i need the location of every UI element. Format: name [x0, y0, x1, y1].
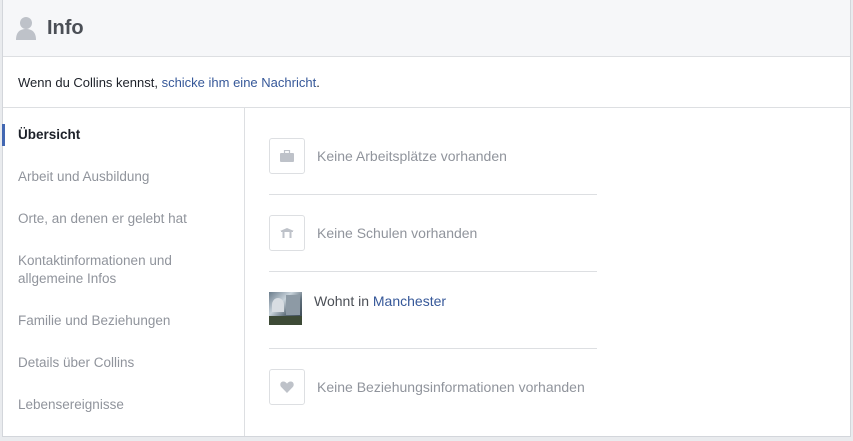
lives-prefix: Wohnt in: [314, 293, 373, 309]
school-row: Keine Schulen vorhanden: [269, 195, 597, 272]
lives-row: Wohnt in Manchester: [269, 272, 597, 349]
info-sidebar: Übersicht Arbeit und Ausbildung Orte, an…: [2, 108, 245, 436]
sidebar-item-places-lived[interactable]: Orte, an denen er gelebt hat: [3, 210, 244, 228]
sidebar-item-overview[interactable]: Übersicht: [2, 124, 244, 146]
work-row: Keine Arbeitsplätze vorhanden: [269, 138, 597, 195]
sidebar-item-life-events[interactable]: Lebensereignisse: [3, 396, 244, 414]
sidebar-item-details[interactable]: Details über Collins: [3, 354, 244, 372]
send-message-link[interactable]: schicke ihm eine Nachricht: [162, 75, 317, 90]
notice-suffix: .: [316, 74, 320, 90]
notice-text: Wenn du Collins kennst,: [18, 74, 162, 90]
school-text: Keine Schulen vorhanden: [317, 225, 478, 241]
briefcase-icon: [269, 138, 305, 174]
city-photo[interactable]: [269, 292, 302, 325]
sidebar-item-work-education[interactable]: Arbeit und Ausbildung: [3, 168, 244, 186]
city-link[interactable]: Manchester: [373, 293, 446, 309]
info-header: Info: [3, 0, 850, 57]
relationship-text: Keine Beziehungsinformationen vorhanden: [317, 379, 585, 395]
message-notice: Wenn du Collins kennst, schicke ihm eine…: [3, 57, 850, 108]
info-card: Info Wenn du Collins kennst, schicke ihm…: [2, 0, 851, 437]
school-icon: [269, 215, 305, 251]
sidebar-item-family-relationships[interactable]: Familie und Beziehungen: [3, 312, 244, 330]
page-title: Info: [47, 16, 84, 39]
lives-text: Wohnt in Manchester: [314, 292, 446, 310]
relationship-row: Keine Beziehungsinformationen vorhanden: [269, 349, 597, 426]
work-text: Keine Arbeitsplätze vorhanden: [317, 148, 507, 164]
overview-panel: Keine Arbeitsplätze vorhanden Keine Schu…: [245, 108, 850, 436]
sidebar-item-contact-info[interactable]: Kontaktinformationen und allgemeine Info…: [3, 252, 203, 288]
person-icon: [15, 16, 39, 40]
heart-icon: [269, 369, 305, 405]
